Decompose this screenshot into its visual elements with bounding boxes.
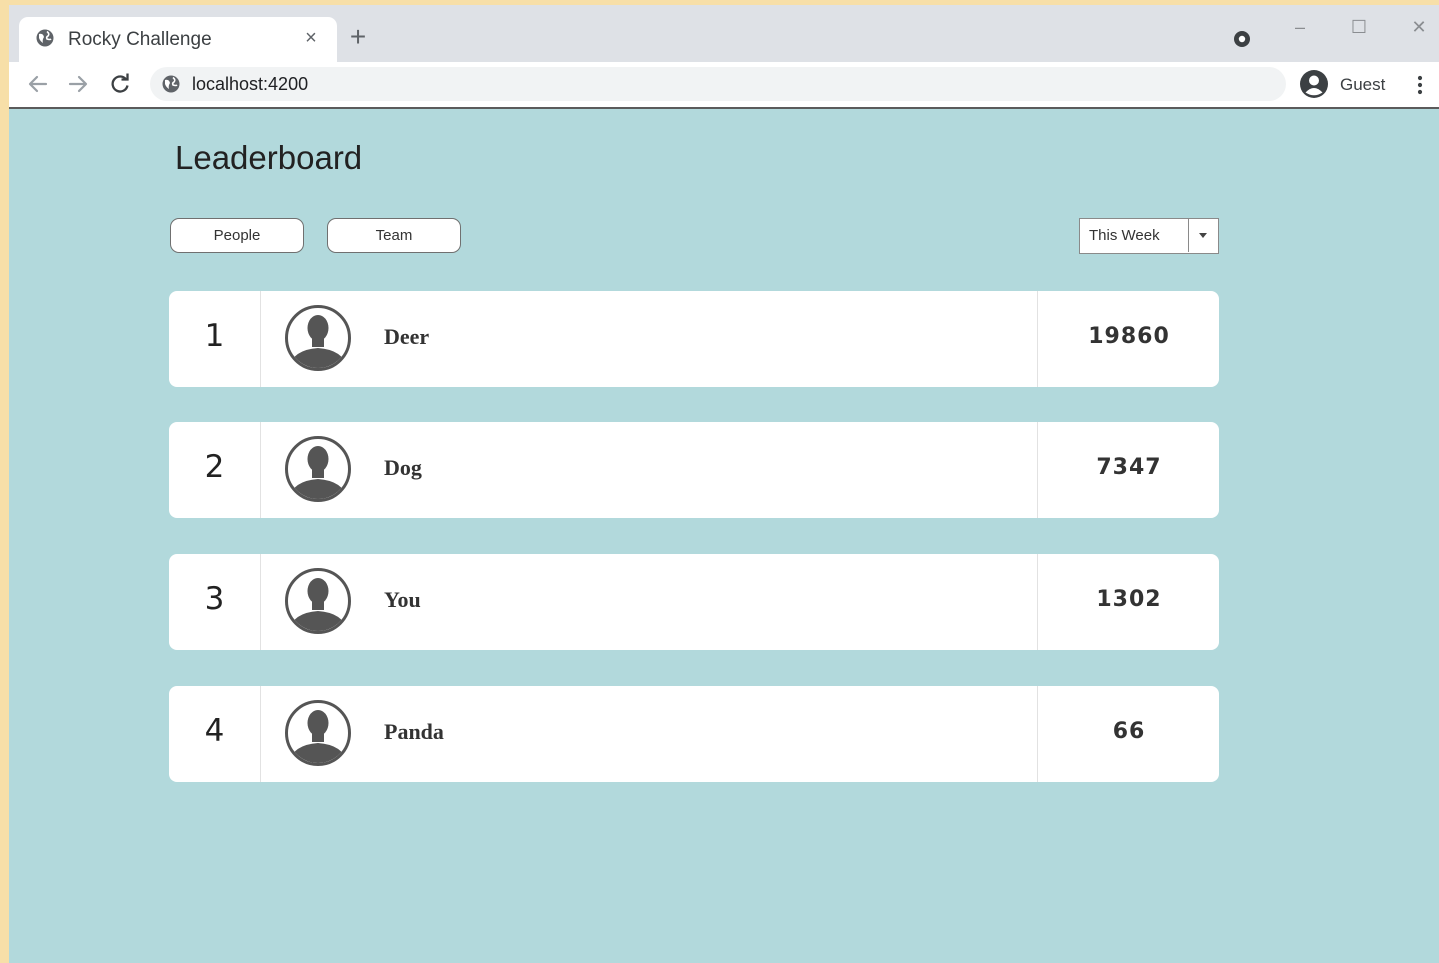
player-name: Panda xyxy=(384,719,444,744)
player-name: Dog xyxy=(384,455,422,480)
browser-toolbar: localhost:4200 Guest xyxy=(9,62,1439,109)
period-select-value: This Week xyxy=(1089,227,1160,244)
close-tab-icon[interactable]: × xyxy=(301,28,321,48)
player-name: Deer xyxy=(384,324,430,349)
tab-title: Rocky Challenge xyxy=(68,29,212,50)
team-tab-button[interactable]: Team xyxy=(327,218,461,253)
browser-window: Rocky Challenge × + – ☐ ✕ localhost:4200… xyxy=(9,5,1439,963)
forward-arrow-icon[interactable] xyxy=(65,71,91,97)
globe-icon xyxy=(161,74,181,94)
caret-down-icon xyxy=(1199,233,1207,238)
back-arrow-icon[interactable] xyxy=(25,71,51,97)
score-cell: 19860 xyxy=(1037,291,1220,387)
rank-number: 2 xyxy=(204,449,225,485)
avatar-icon xyxy=(284,435,352,503)
new-tab-button[interactable]: + xyxy=(345,23,371,51)
leaderboard-row[interactable]: 1 Deer 19860 xyxy=(169,291,1219,387)
player-score: 1302 xyxy=(1096,587,1162,612)
period-select[interactable]: This Week xyxy=(1079,218,1219,254)
player-score: 7347 xyxy=(1096,455,1162,480)
globe-icon xyxy=(35,28,55,48)
reload-icon[interactable] xyxy=(107,71,133,97)
tab-strip: Rocky Challenge × + – ☐ ✕ xyxy=(9,5,1439,62)
people-tab-button[interactable]: People xyxy=(170,218,304,253)
extension-icon[interactable] xyxy=(1231,28,1253,50)
url-text: localhost:4200 xyxy=(192,74,309,94)
address-bar[interactable]: localhost:4200 xyxy=(150,67,1286,101)
kebab-menu-icon[interactable] xyxy=(1411,72,1429,98)
avatar-icon xyxy=(284,699,352,767)
maximize-button[interactable]: ☐ xyxy=(1347,15,1371,39)
minimize-button[interactable]: – xyxy=(1288,15,1312,39)
page-title: Leaderboard xyxy=(175,139,363,176)
close-window-button[interactable]: ✕ xyxy=(1407,15,1431,39)
score-cell: 7347 xyxy=(1037,422,1220,518)
rank-cell: 1 xyxy=(169,291,261,387)
player-score: 19860 xyxy=(1088,324,1170,349)
page-content: Leaderboard People Team This Week 1 Deer… xyxy=(9,109,1439,963)
player-name: You xyxy=(384,587,421,612)
dropdown-arrow-button[interactable] xyxy=(1188,219,1218,252)
rank-number: 3 xyxy=(204,581,225,617)
rank-number: 1 xyxy=(204,318,225,354)
avatar-icon xyxy=(284,567,352,635)
leaderboard-row[interactable]: 3 You 1302 xyxy=(169,554,1219,650)
profile-button[interactable]: Guest xyxy=(1299,69,1395,99)
rank-cell: 2 xyxy=(169,422,261,518)
profile-icon xyxy=(1299,69,1329,99)
avatar-icon xyxy=(284,304,352,372)
rank-cell: 4 xyxy=(169,686,261,782)
score-cell: 66 xyxy=(1037,686,1220,782)
leaderboard-row[interactable]: 2 Dog 7347 xyxy=(169,422,1219,518)
rank-cell: 3 xyxy=(169,554,261,650)
player-score: 66 xyxy=(1112,719,1146,744)
score-cell: 1302 xyxy=(1037,554,1220,650)
leaderboard-row[interactable]: 4 Panda 66 xyxy=(169,686,1219,782)
rank-number: 4 xyxy=(204,713,225,749)
browser-tab[interactable]: Rocky Challenge × xyxy=(19,17,337,62)
profile-name: Guest xyxy=(1340,75,1386,94)
